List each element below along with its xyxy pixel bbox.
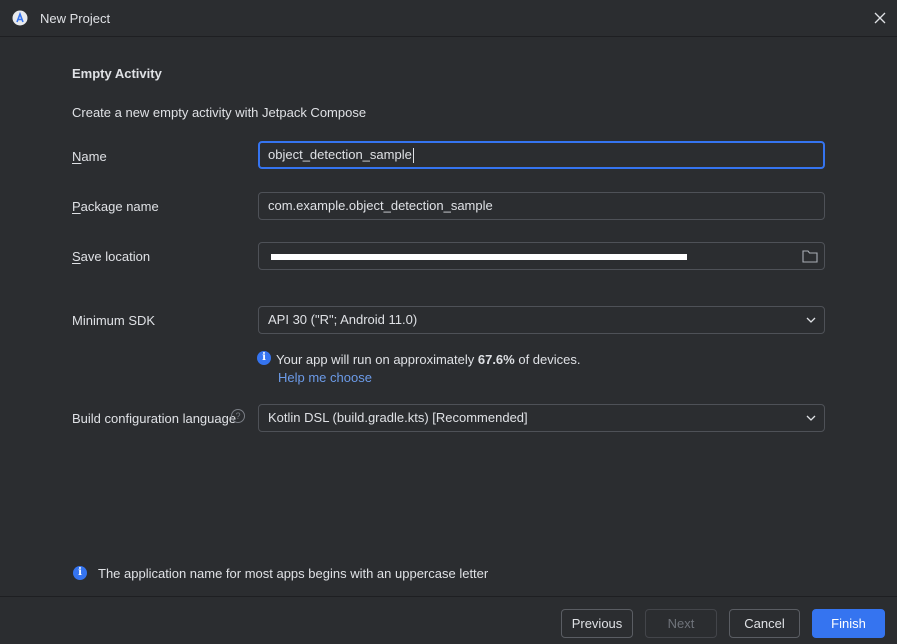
min-sdk-label: Minimum SDK: [72, 313, 156, 328]
text-cursor: [412, 148, 414, 164]
name-input[interactable]: object_detection_sample: [258, 141, 825, 169]
finish-button[interactable]: Finish: [812, 609, 885, 638]
build-config-label: Build configuration language: [72, 411, 237, 426]
help-me-choose-link[interactable]: Help me choose: [278, 370, 372, 385]
dialog-footer: Previous Next Cancel Finish: [0, 596, 897, 644]
template-heading: Empty Activity: [72, 66, 162, 81]
chevron-down-icon: [806, 415, 816, 421]
folder-icon[interactable]: [802, 249, 818, 263]
form-panel: Empty Activity Create a new empty activi…: [0, 38, 897, 596]
package-name-input[interactable]: com.example.object_detection_sample: [258, 192, 825, 220]
chevron-down-icon: [806, 317, 816, 323]
name-label: Name: [72, 149, 107, 164]
window-title: New Project: [40, 11, 111, 26]
package-name-label: Package name: [72, 199, 159, 214]
save-location-label: Save location: [72, 249, 151, 264]
build-config-select[interactable]: Kotlin DSL (build.gradle.kts) [Recommend…: [258, 404, 825, 432]
min-sdk-select[interactable]: API 30 ("R"; Android 11.0): [258, 306, 825, 334]
previous-button[interactable]: Previous: [561, 609, 633, 638]
info-icon: i: [257, 351, 271, 365]
validation-hint: The application name for most apps begin…: [98, 566, 489, 581]
help-icon[interactable]: ?: [231, 409, 245, 423]
template-description: Create a new empty activity with Jetpack…: [72, 105, 367, 120]
redacted-path: [271, 254, 687, 260]
next-button[interactable]: Next: [645, 609, 717, 638]
title-bar: New Project: [0, 0, 897, 37]
info-icon: i: [73, 566, 87, 580]
cancel-button[interactable]: Cancel: [729, 609, 800, 638]
sdk-coverage-text: Your app will run on approximately 67.6%…: [276, 352, 581, 367]
close-icon[interactable]: [871, 9, 889, 27]
android-studio-icon: [12, 10, 28, 26]
save-location-input[interactable]: [258, 242, 825, 270]
